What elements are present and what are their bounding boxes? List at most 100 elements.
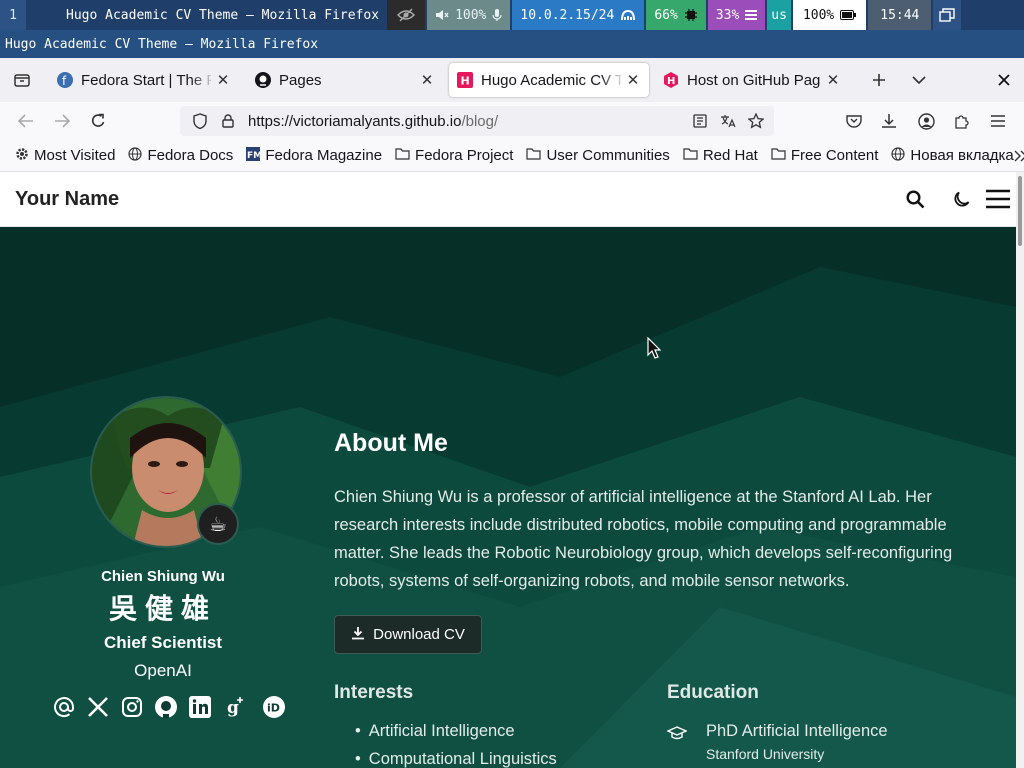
bookmark-label: Free Content [790, 147, 879, 164]
close-icon[interactable]: ✕ [625, 71, 641, 89]
svg-text:H: H [461, 75, 470, 88]
navigation-toolbar: https://victoriamalyants.github.io/blog/ [0, 102, 1024, 140]
github-icon[interactable] [153, 694, 179, 720]
translate-icon[interactable] [714, 114, 742, 128]
active-window-title: Hugo Academic CV Theme — Mozilla Firefox [66, 7, 380, 23]
profile-name-cjk: 吳健雄 [108, 593, 217, 624]
instagram-icon[interactable] [119, 694, 145, 720]
tab-fade [601, 63, 625, 97]
bookmark-most-visited[interactable]: Most Visited [15, 147, 115, 165]
interest-item: Artificial Intelligence [355, 722, 515, 741]
svg-text:g: g [227, 698, 239, 718]
bookmark-free-content[interactable]: Free Content [771, 147, 879, 164]
app-menu-hamburger-icon[interactable] [980, 105, 1016, 137]
tab-host-github-pages[interactable]: H Host on GitHub Pages ✕ [655, 63, 849, 97]
tab-fedora-start[interactable]: f Fedora Start | The Fedora Project ✕ [49, 63, 239, 97]
list-tabs-chevron-down-icon[interactable] [901, 58, 937, 102]
network-icon [620, 8, 636, 22]
bookmark-user-communities[interactable]: User Communities [526, 147, 670, 164]
url-bar[interactable]: https://victoriamalyants.github.io/blog/ [180, 106, 774, 136]
close-icon[interactable]: ✕ [825, 71, 841, 89]
scrollbar-thumb[interactable] [1018, 176, 1022, 246]
tab-label: Hugo Academic CV Theme [481, 71, 621, 89]
education-heading: Education [667, 682, 759, 703]
close-icon[interactable]: ✕ [215, 71, 231, 89]
reload-icon[interactable] [80, 105, 116, 137]
tab-overview-icon[interactable] [0, 58, 44, 102]
forward-arrow-icon[interactable] [44, 105, 80, 137]
window-switcher-icon[interactable] [933, 0, 962, 30]
download-cv-button[interactable]: Download CV [334, 615, 482, 654]
lock-icon[interactable] [214, 114, 242, 128]
url-host: https://victoriamalyants.github.io [248, 112, 462, 130]
gear-icon [15, 147, 29, 165]
tracking-shield-icon[interactable] [186, 113, 214, 129]
window-title-bar: Hugo Academic CV Theme — Mozilla Firefox [0, 30, 1024, 58]
profile-name: Chien Shiung Wu [101, 568, 225, 585]
folder-icon [395, 147, 410, 164]
orcid-icon[interactable]: iD [261, 694, 287, 720]
bookmark-red-hat[interactable]: Red Hat [683, 147, 758, 164]
bookmark-fedora-docs[interactable]: Fedora Docs [128, 146, 234, 165]
new-tab-plus-icon[interactable] [861, 58, 897, 102]
privacy-eye-icon[interactable] [387, 0, 426, 30]
profile-organization[interactable]: OpenAI [0, 661, 326, 681]
linkedin-icon[interactable] [187, 694, 213, 720]
account-icon[interactable] [908, 105, 944, 137]
interests-heading: Interests [334, 682, 414, 703]
tab-label: Pages [279, 71, 322, 89]
bookmark-label: Most Visited [34, 147, 116, 164]
microphone-icon [492, 8, 502, 22]
battery-indicator[interactable]: 100% [792, 0, 867, 30]
battery-value: 100% [802, 7, 835, 23]
bookmarks-toolbar: Most Visited Fedora Docs FM Fedora Magaz… [0, 140, 1024, 172]
battery-icon [840, 10, 857, 20]
education-school: Stanford University [706, 746, 825, 762]
bookmark-label: Fedora Docs [147, 147, 234, 164]
memory-indicator[interactable]: 33% [707, 0, 766, 30]
close-icon[interactable]: ✕ [419, 71, 435, 89]
x-twitter-icon[interactable] [85, 694, 111, 720]
tab-hugo-academic[interactable]: H Hugo Academic CV Theme ✕ [449, 63, 649, 97]
fm-icon: FM [246, 146, 262, 165]
bookmark-new-tab-ru[interactable]: Новая вкладка [891, 146, 1014, 165]
cpu-indicator[interactable]: 66% [646, 0, 706, 30]
tab-fade [191, 63, 215, 97]
workspace-indicator[interactable]: 1 [0, 0, 26, 30]
bookmarks-overflow-chevron-icon[interactable] [1014, 150, 1024, 162]
search-icon[interactable] [906, 190, 925, 213]
bookmark-fedora-project[interactable]: Fedora Project [395, 147, 513, 164]
system-status-bar: 1 Hugo Academic CV Theme — Mozilla Firef… [0, 0, 1024, 30]
keyboard-layout-indicator[interactable]: us [767, 0, 791, 30]
interest-item: Computational Linguistics [355, 750, 557, 768]
back-arrow-icon[interactable] [8, 105, 44, 137]
bookmark-fedora-magazine[interactable]: FM Fedora Magazine [246, 146, 383, 165]
svg-text:iD: iD [267, 702, 280, 715]
memory-value: 33% [715, 7, 740, 23]
hugo-icon: H [663, 72, 679, 88]
bookmark-label: Fedora Magazine [265, 147, 383, 164]
dark-mode-moon-icon[interactable] [952, 190, 971, 213]
bookmark-label: User Communities [546, 147, 670, 164]
bookmark-label: Новая вкладка [910, 147, 1014, 164]
reader-view-icon[interactable] [686, 114, 714, 128]
email-at-icon[interactable] [51, 694, 77, 720]
window-close-icon[interactable] [986, 58, 1022, 102]
site-menu-hamburger-icon[interactable] [986, 189, 1010, 213]
extensions-puzzle-icon[interactable] [944, 105, 980, 137]
memory-icon [745, 9, 758, 21]
bookmark-star-icon[interactable] [742, 113, 770, 129]
pocket-icon[interactable] [836, 105, 872, 137]
page-scrollbar[interactable] [1016, 172, 1024, 768]
site-brand[interactable]: Your Name [15, 188, 119, 211]
network-indicator[interactable]: 10.0.2.15/24 [512, 0, 645, 30]
google-scholar-icon[interactable]: g [221, 694, 247, 720]
download-icon[interactable] [871, 105, 907, 137]
tab-pages[interactable]: Pages ✕ [247, 63, 443, 97]
clock[interactable]: 15:44 [868, 0, 932, 30]
folder-icon [771, 147, 786, 164]
hugo-icon: H [457, 72, 473, 88]
volume-indicator[interactable]: 100% [427, 0, 511, 30]
tab-label: Host on GitHub Pages [687, 71, 821, 89]
url-text: https://victoriamalyants.github.io/blog/ [248, 113, 498, 130]
